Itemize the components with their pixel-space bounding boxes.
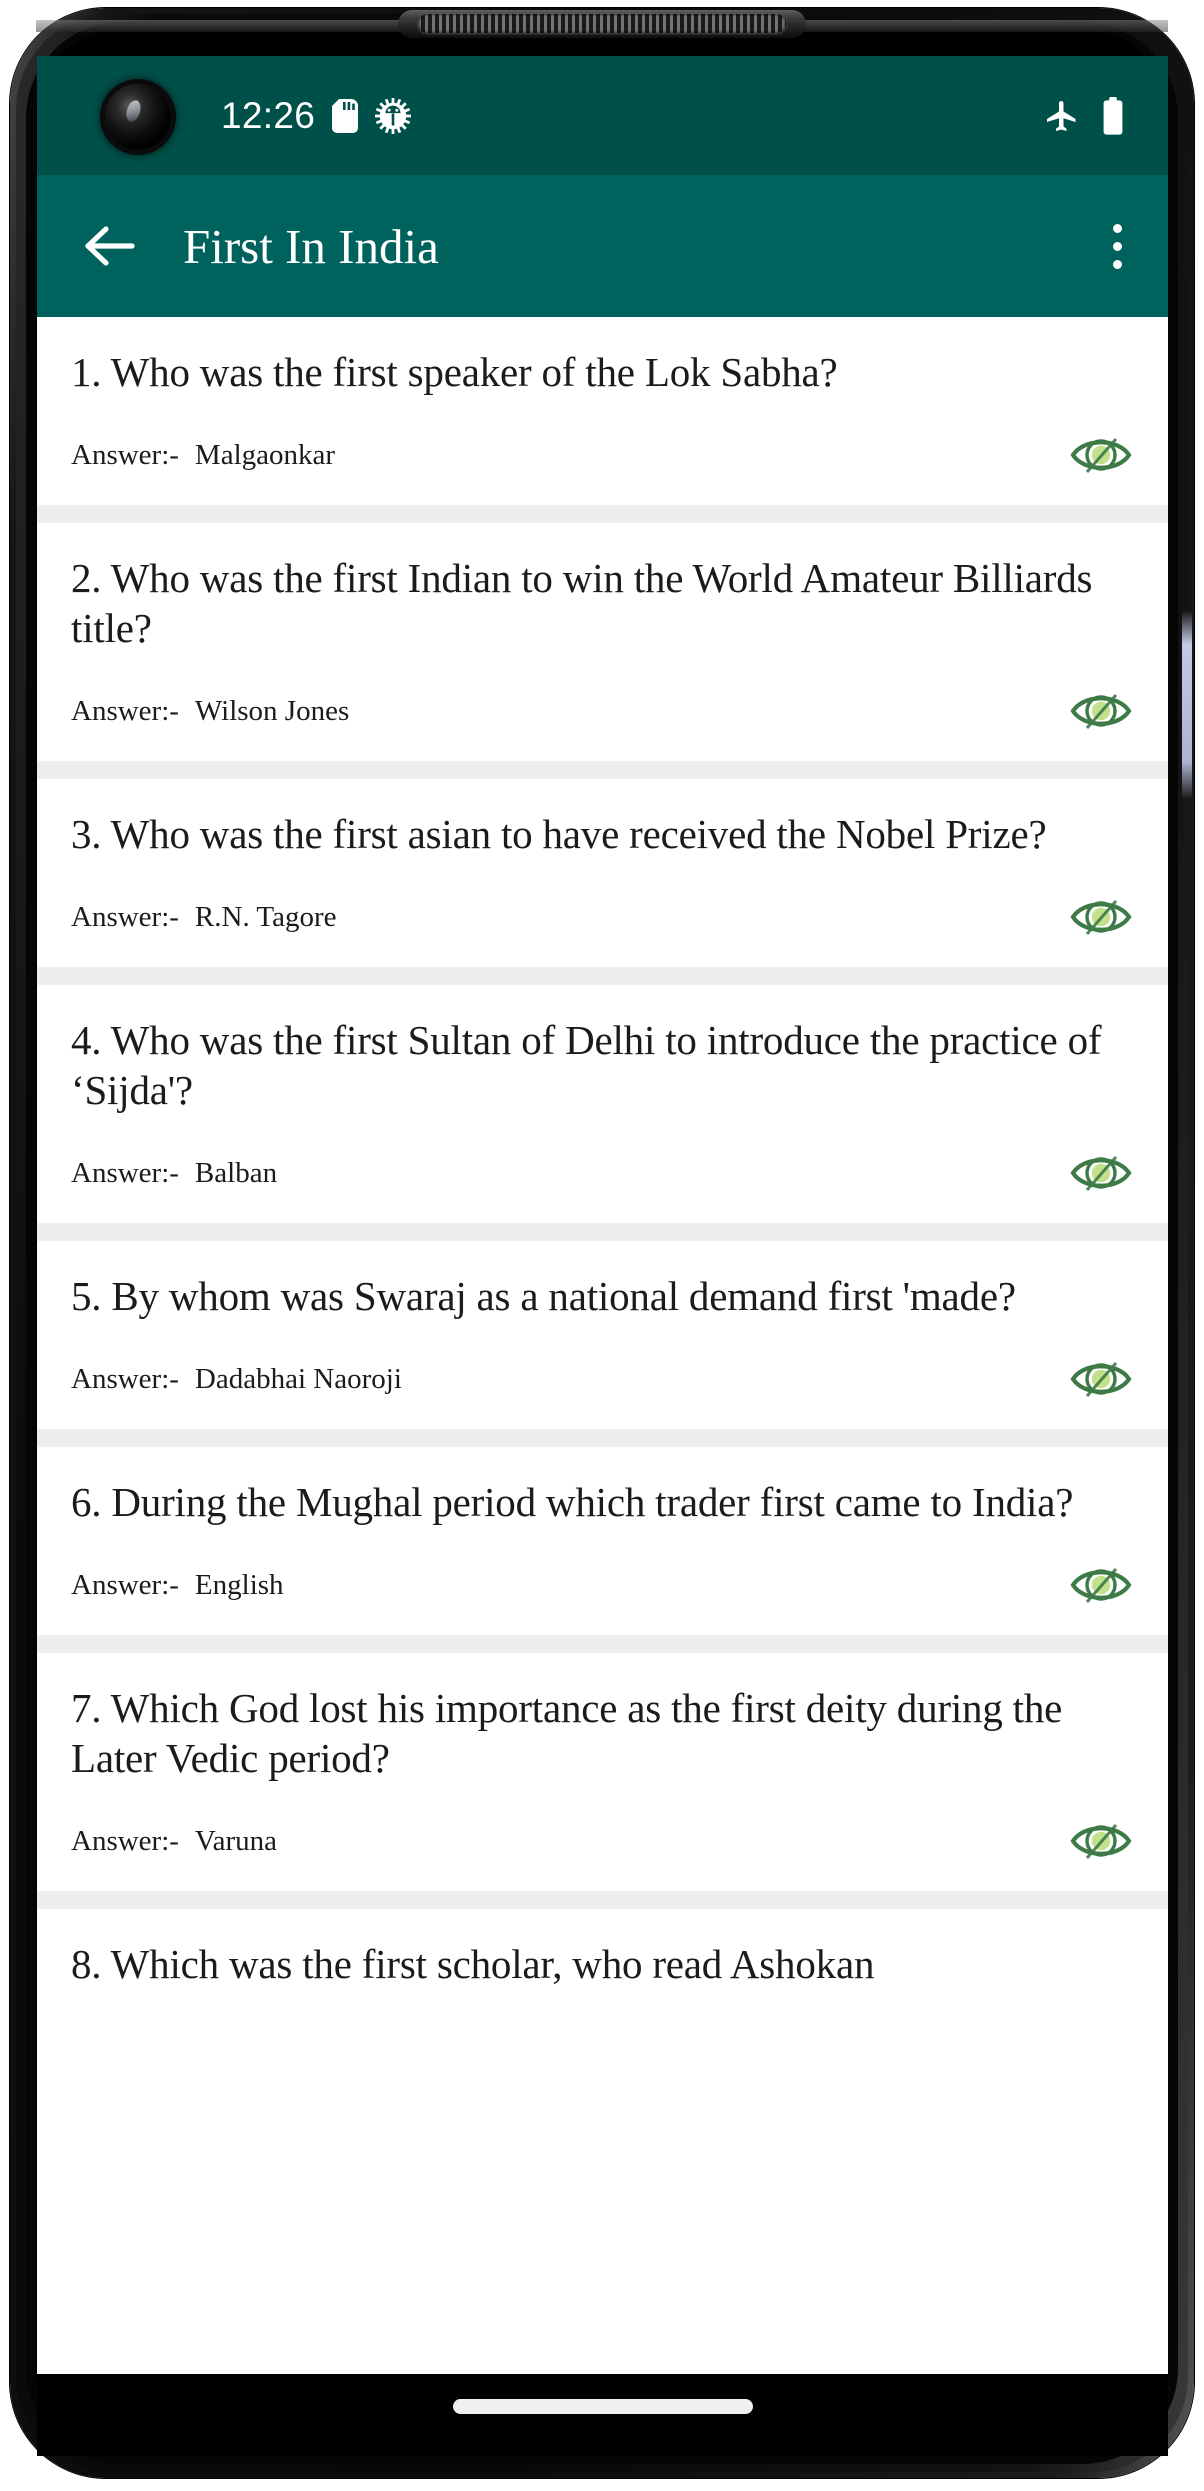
answer-label: Answer:- (71, 1156, 179, 1189)
kebab-dot (1113, 223, 1122, 233)
reveal-answer-button[interactable] (1068, 1561, 1134, 1609)
reveal-answer-button[interactable] (1068, 1355, 1134, 1403)
question-list[interactable]: 1. Who was the first speaker of the Lok … (37, 317, 1168, 2016)
answer-label: Answer:- (71, 1362, 179, 1395)
question-text: 4. Who was the first Sultan of Delhi to … (71, 1017, 1102, 1114)
question-card[interactable]: 4. Who was the first Sultan of Delhi to … (37, 985, 1168, 1224)
question-text: 8. Which was the first scholar, who read… (71, 1941, 875, 1988)
answer-row: Answer:- English (71, 1561, 1134, 1609)
home-gesture-pill[interactable] (452, 2399, 753, 2414)
eye-icon (1070, 1362, 1132, 1398)
question-text: 7. Which God lost his importance as the … (71, 1685, 1063, 1782)
answer-row: Answer:- Varuna (71, 1817, 1134, 1865)
question-text: 5. By whom was Swaraj as a national dema… (71, 1273, 1016, 1320)
question-text: 3. Who was the first asian to have recei… (71, 811, 1047, 858)
answer-row: Answer:- Dadabhai Naoroji (71, 1355, 1134, 1403)
question-card[interactable]: 5. By whom was Swaraj as a national dema… (37, 1241, 1168, 1430)
answer-value: Varuna (194, 1824, 278, 1857)
answer-row: Answer:- Balban (71, 1149, 1134, 1197)
answer-label: Answer:- (71, 694, 179, 727)
question-text: 6. During the Mughal period which trader… (71, 1479, 1074, 1526)
answer-row: Answer:- Malgaonkar (71, 431, 1134, 479)
question-card[interactable]: 2. Who was the first Indian to win the W… (37, 523, 1168, 762)
eye-icon (1070, 1568, 1132, 1604)
answer-label: Answer:- (71, 900, 179, 933)
page-title: First In India (183, 218, 439, 274)
eye-icon (1070, 1156, 1132, 1192)
reveal-answer-button[interactable] (1068, 431, 1134, 479)
kebab-dot (1113, 259, 1122, 269)
eye-icon (1070, 694, 1132, 730)
answer-row: Answer:- Wilson Jones (71, 687, 1134, 735)
front-camera-punchhole (105, 84, 171, 150)
answer-value: R.N. Tagore (194, 900, 337, 933)
eye-icon (1070, 900, 1132, 936)
answer-row: Answer:- R.N. Tagore (71, 893, 1134, 941)
airplane-mode-icon (1044, 98, 1080, 134)
status-bar-left-group: 12:26 (221, 95, 412, 136)
question-card[interactable]: 1. Who was the first speaker of the Lok … (37, 317, 1168, 506)
reveal-answer-button[interactable] (1068, 893, 1134, 941)
status-bar-clock: 12:26 (221, 95, 316, 136)
battery-full-icon (1102, 96, 1124, 135)
app-bar: First In India (37, 175, 1168, 317)
status-bar-right-group (1044, 96, 1124, 135)
reveal-answer-button[interactable] (1068, 687, 1134, 735)
answer-value: Malgaonkar (194, 438, 336, 471)
system-navigation-bar (37, 2374, 1168, 2456)
answer-label: Answer:- (71, 1568, 179, 1601)
power-button-glare (1182, 610, 1192, 800)
sd-card-icon (332, 98, 359, 133)
answer-label: Answer:- (71, 438, 179, 471)
question-card[interactable]: 8. Which was the first scholar, who read… (37, 1909, 1168, 2016)
answer-value: Balban (194, 1156, 278, 1189)
answer-value: English (194, 1568, 284, 1601)
android-debug-bug-icon (375, 97, 412, 134)
question-card[interactable]: 7. Which God lost his importance as the … (37, 1653, 1168, 1892)
back-button[interactable] (79, 216, 139, 276)
kebab-dot (1113, 241, 1122, 251)
back-arrow-icon (85, 226, 135, 266)
reveal-answer-button[interactable] (1068, 1149, 1134, 1197)
answer-value: Dadabhai Naoroji (194, 1362, 402, 1395)
eye-icon (1070, 438, 1132, 474)
answer-value: Wilson Jones (194, 694, 350, 727)
reveal-answer-button[interactable] (1068, 1817, 1134, 1865)
eye-icon (1070, 1824, 1132, 1860)
status-bar: 12:26 (37, 56, 1168, 175)
overflow-menu-button[interactable] (1103, 214, 1132, 279)
question-text: 2. Who was the first Indian to win the W… (71, 555, 1093, 652)
phone-screen: 12:26 First In India 1. Who was the firs… (37, 56, 1168, 2374)
question-text: 1. Who was the first speaker of the Lok … (71, 349, 838, 395)
answer-label: Answer:- (71, 1824, 179, 1857)
question-card[interactable]: 3. Who was the first asian to have recei… (37, 779, 1168, 968)
question-card[interactable]: 6. During the Mughal period which trader… (37, 1447, 1168, 1636)
earpiece-speaker-grille (418, 14, 786, 33)
